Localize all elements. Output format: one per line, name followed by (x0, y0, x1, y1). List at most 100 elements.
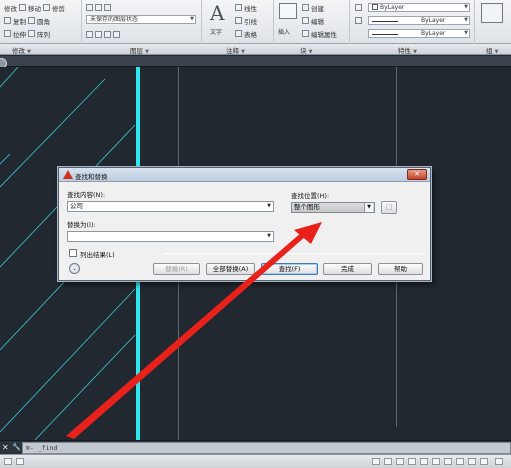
create-label: 创建 (311, 4, 324, 13)
match-properties-icon[interactable] (355, 4, 362, 11)
close-icon[interactable]: ✕ (2, 443, 9, 452)
replace-all-button[interactable]: 全部替换(A) (206, 263, 255, 275)
insert-button-label[interactable]: 插入 (278, 27, 290, 36)
chevron-down-icon[interactable]: ▼ (267, 232, 271, 241)
linetype-value: ByLayer (421, 17, 446, 24)
list-icon[interactable] (355, 17, 362, 24)
array-button[interactable]: 阵列 (37, 29, 50, 39)
stretch-button[interactable]: 拉伸 (13, 29, 26, 39)
done-button[interactable]: 完成 (323, 263, 372, 275)
help-button[interactable]: 帮助 (378, 263, 423, 275)
ribbon-panel-labels: 修改 ▼ 图层 ▼ 注释 ▼ 块 ▼ 特性 ▼ 组 ▼ (0, 44, 511, 55)
dialog-title-bar[interactable]: 查找和替换 ✕ (59, 168, 430, 182)
fillet-icon[interactable] (28, 17, 35, 24)
annotation-scale-icon[interactable] (456, 458, 464, 465)
copy-icon[interactable] (4, 17, 11, 24)
fullscreen-icon[interactable] (480, 458, 488, 465)
command-prompt: ≋- _find (26, 444, 58, 452)
sun-icon[interactable] (95, 31, 102, 38)
color-combo[interactable]: ByLayer ▼ (368, 3, 470, 12)
layer-properties-icon[interactable] (86, 4, 93, 11)
grid-icon[interactable] (372, 458, 380, 465)
lineweight-sample (372, 34, 398, 35)
chevron-down-icon: ▼ (190, 16, 194, 22)
linear-row[interactable]: 线性 (235, 2, 257, 13)
array-icon[interactable] (28, 30, 35, 37)
close-button[interactable]: ✕ (407, 169, 427, 180)
modify-text[interactable]: 修改 (4, 3, 17, 13)
table-row[interactable]: 表格 (235, 28, 257, 39)
annotation-panel: A 文字 线性 引线 表格 (202, 0, 274, 44)
where-select[interactable]: 整个图形 ▼ (291, 202, 375, 213)
text-icon[interactable]: A (210, 1, 224, 25)
layer-off-icon[interactable] (104, 4, 111, 11)
lineweight-icon[interactable] (444, 458, 452, 465)
select-objects-icon: ⬚ (385, 203, 393, 211)
layer-state-icon[interactable] (95, 4, 102, 11)
move-button[interactable]: 移动 (28, 3, 41, 13)
ribbon: 修改 移动 修剪 复制 圆角 拉伸 阵列 未保存的图层状态 ▼ A 文字 线性 … (0, 0, 511, 44)
edit-block-row[interactable]: 编辑 (302, 15, 324, 26)
group-icon[interactable] (481, 3, 503, 23)
leader-label: 引线 (244, 17, 257, 26)
annotation-panel-label[interactable]: 注释 ▼ (226, 45, 245, 55)
move-icon[interactable] (19, 4, 26, 11)
properties-panel-label[interactable]: 特性 ▼ (398, 45, 417, 55)
layer-icons-row-2 (86, 29, 120, 40)
select-objects-button[interactable]: ⬚ (381, 201, 397, 214)
layer-color-icon[interactable] (113, 31, 120, 38)
text-button-label[interactable]: 文字 (210, 27, 222, 36)
command-line: ✕ 🔧 ≋- _find (0, 440, 511, 454)
edit-attributes-icon (302, 30, 309, 37)
replace-label: 替换为(I): (67, 221, 96, 229)
snap-icon[interactable] (384, 458, 392, 465)
insert-block-icon[interactable] (279, 3, 297, 19)
command-input[interactable]: ≋- _find (22, 442, 511, 454)
create-block-row[interactable]: 创建 (302, 2, 324, 13)
find-input[interactable]: 公司 ▼ (67, 201, 274, 212)
lineweight-combo[interactable]: ByLayer ▼ (368, 29, 470, 38)
file-tab-bar (0, 56, 511, 67)
bulb-icon[interactable] (86, 31, 93, 38)
table-icon (235, 30, 242, 37)
find-value: 公司 (70, 202, 83, 210)
trim-button[interactable]: 修剪 (52, 3, 65, 13)
list-results-label: 列出结果(L) (80, 251, 115, 259)
osnap-icon[interactable] (420, 458, 428, 465)
find-button[interactable]: 查找(F) (261, 263, 318, 275)
layout-icon[interactable] (16, 458, 24, 465)
layer-panel-label[interactable]: 图层 ▼ (130, 45, 149, 55)
trim-icon[interactable] (43, 4, 50, 11)
stretch-icon[interactable] (4, 30, 11, 37)
otrack-icon[interactable] (432, 458, 440, 465)
linetype-sample (372, 21, 398, 22)
model-icon[interactable] (4, 458, 12, 465)
fillet-button[interactable]: 圆角 (37, 16, 50, 26)
block-panel-label[interactable]: 块 ▼ (300, 45, 312, 55)
workspace-icon[interactable] (468, 458, 476, 465)
list-results-checkbox[interactable] (69, 249, 77, 257)
create-block-icon (302, 4, 309, 11)
polar-icon[interactable] (408, 458, 416, 465)
leader-row[interactable]: 引线 (235, 15, 257, 26)
modify-row-1: 修改 移动 修剪 (4, 2, 65, 13)
edit-attributes-row[interactable]: 编辑属性 (302, 28, 337, 39)
edit-attributes-label: 编辑属性 (311, 30, 337, 39)
wrench-icon[interactable]: 🔧 (12, 443, 21, 451)
layer-state-combo[interactable]: 未保存的图层状态 ▼ (86, 15, 196, 24)
modify-panel-label[interactable]: 修改 ▼ (12, 45, 31, 55)
chevron-down-icon[interactable]: ▼ (267, 202, 271, 211)
replace-button[interactable]: 替换(R) (153, 263, 200, 275)
modify-row-3: 拉伸 阵列 (4, 28, 50, 39)
copy-button[interactable]: 复制 (13, 16, 26, 26)
replace-input[interactable]: ▼ (67, 231, 274, 242)
customize-icon[interactable] (495, 458, 503, 465)
linetype-combo[interactable]: ByLayer ▼ (368, 16, 470, 25)
expand-options-button[interactable]: ⌄ (69, 263, 80, 274)
hatch-line (0, 288, 136, 433)
lock-icon[interactable] (104, 31, 111, 38)
block-panel: 插入 创建 编辑 编辑属性 (274, 0, 350, 44)
modify-panel: 修改 移动 修剪 复制 圆角 拉伸 阵列 (0, 0, 82, 44)
ortho-icon[interactable] (396, 458, 404, 465)
group-panel-label[interactable]: 组 ▼ (486, 45, 498, 55)
